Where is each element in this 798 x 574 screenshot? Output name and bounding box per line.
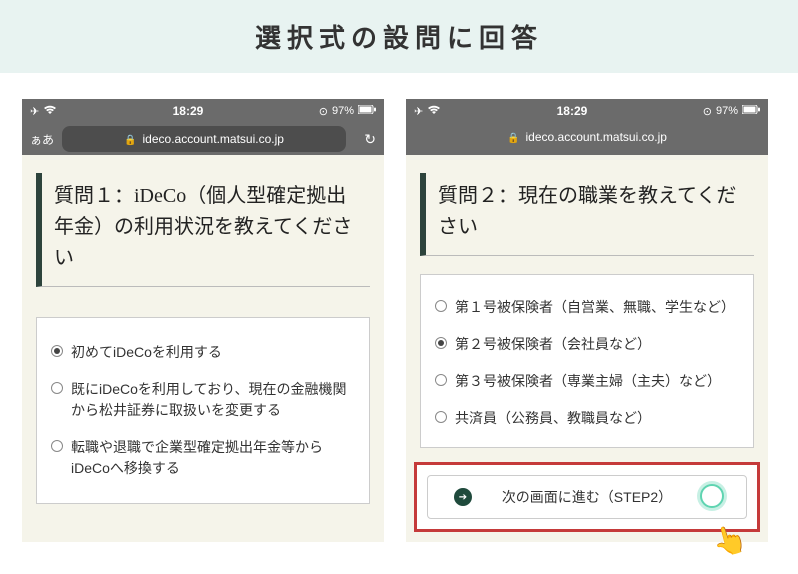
lock-icon xyxy=(507,130,519,144)
next-step-label: 次の画面に進む（STEP2） xyxy=(502,487,672,507)
status-time: 18:29 xyxy=(441,104,703,118)
radio-option[interactable]: 第１号被保険者（自営業、無職、学生など） xyxy=(435,289,739,326)
question-card: 質問２：現在の職業を教えてください xyxy=(420,173,754,256)
question-title: 質問２：現在の職業を教えてください xyxy=(420,173,754,256)
radio-option[interactable]: 共済員（公務員、教職員など） xyxy=(435,400,739,437)
next-step-button[interactable]: ➔ 次の画面に進む（STEP2） xyxy=(427,475,747,519)
screenshot-left: ✈ 18:29 ⊙ 97% ぁあ ideco.account.matsui.co… xyxy=(22,99,384,542)
wifi-icon xyxy=(427,105,441,118)
screenshot-right: ✈ 18:29 ⊙ 97% ideco.account.matsui.co.jp xyxy=(406,99,768,542)
battery-icon xyxy=(742,105,760,117)
radio-option[interactable]: 初めてiDeCoを利用する xyxy=(51,334,355,371)
option-label: 第２号被保険者（会社員など） xyxy=(455,334,651,355)
radio-option[interactable]: 第２号被保険者（会社員など） xyxy=(435,326,739,363)
tap-target-icon xyxy=(700,484,724,508)
radio-icon xyxy=(435,374,447,386)
option-label: 共済員（公務員、教職員など） xyxy=(455,408,651,429)
option-label: 初めてiDeCoを利用する xyxy=(71,342,222,363)
question-card: 質問１：iDeCo（個人型確定拠出年金）の利用状況を教えてください xyxy=(36,173,370,287)
refresh-button[interactable]: ↻ xyxy=(354,131,376,148)
lock-icon xyxy=(124,132,136,146)
radio-icon xyxy=(435,337,447,349)
address-bar: ideco.account.matsui.co.jp xyxy=(406,123,768,155)
radio-icon xyxy=(51,440,63,452)
alarm-icon: ⊙ xyxy=(319,105,328,118)
radio-icon xyxy=(435,300,447,312)
alarm-icon: ⊙ xyxy=(703,105,712,118)
radio-option[interactable]: 第３号被保険者（専業主婦（主夫）など） xyxy=(435,363,739,400)
url-field[interactable]: ideco.account.matsui.co.jp xyxy=(62,126,346,152)
url-field[interactable]: ideco.account.matsui.co.jp xyxy=(414,124,760,150)
arrow-right-icon: ➔ xyxy=(454,488,472,506)
pointing-hand-icon: 👆 xyxy=(708,520,750,561)
next-step-highlight: ➔ 次の画面に進む（STEP2） 👆 xyxy=(414,462,760,532)
status-time: 18:29 xyxy=(57,104,319,118)
panels: ✈ 18:29 ⊙ 97% ぁあ ideco.account.matsui.co… xyxy=(0,73,798,568)
url-text: ideco.account.matsui.co.jp xyxy=(526,130,667,144)
options-card: 第１号被保険者（自営業、無職、学生など） 第２号被保険者（会社員など） 第３号被… xyxy=(420,274,754,448)
address-bar: ぁあ ideco.account.matsui.co.jp ↻ xyxy=(22,123,384,155)
option-label: 第１号被保険者（自営業、無職、学生など） xyxy=(455,297,735,318)
option-label: 転職や退職で企業型確定拠出年金等からiDeCoへ移換する xyxy=(71,437,355,479)
radio-icon xyxy=(51,345,63,357)
page-title: 選択式の設問に回答 xyxy=(0,18,798,55)
option-label: 既にiDeCoを利用しており、現在の金融機関から松井証券に取扱いを変更する xyxy=(71,379,355,421)
airplane-mode-icon: ✈ xyxy=(30,105,39,118)
option-label: 第３号被保険者（専業主婦（主夫）など） xyxy=(455,371,721,392)
status-bar: ✈ 18:29 ⊙ 97% xyxy=(22,99,384,123)
header-band: 選択式の設問に回答 xyxy=(0,0,798,73)
radio-option[interactable]: 転職や退職で企業型確定拠出年金等からiDeCoへ移換する xyxy=(51,429,355,487)
status-bar: ✈ 18:29 ⊙ 97% xyxy=(406,99,768,123)
reader-mode-button[interactable]: ぁあ xyxy=(30,131,54,148)
airplane-mode-icon: ✈ xyxy=(414,105,423,118)
battery-icon xyxy=(358,105,376,117)
radio-icon xyxy=(51,382,63,394)
radio-option[interactable]: 既にiDeCoを利用しており、現在の金融機関から松井証券に取扱いを変更する xyxy=(51,371,355,429)
options-card: 初めてiDeCoを利用する 既にiDeCoを利用しており、現在の金融機関から松井… xyxy=(36,317,370,504)
question-title: 質問１：iDeCo（個人型確定拠出年金）の利用状況を教えてください xyxy=(36,173,370,287)
wifi-icon xyxy=(43,105,57,118)
radio-icon xyxy=(435,411,447,423)
battery-text: 97% xyxy=(332,105,354,117)
battery-text: 97% xyxy=(716,105,738,117)
url-text: ideco.account.matsui.co.jp xyxy=(143,132,284,146)
